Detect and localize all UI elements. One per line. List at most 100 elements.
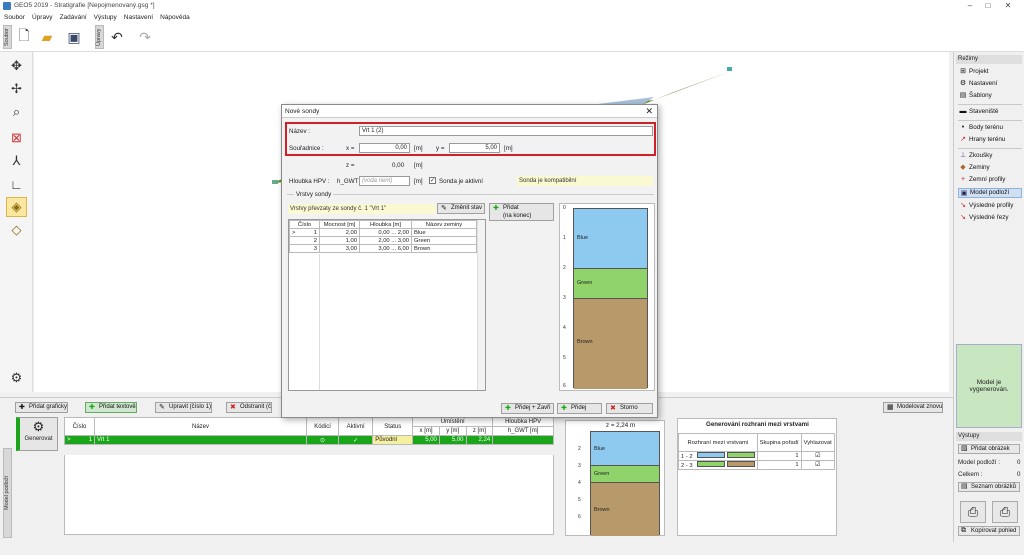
row-marker: >	[67, 437, 71, 443]
image-list-button[interactable]: ▤ Seznam obrázků	[958, 482, 1020, 492]
interface-row[interactable]: 2 - 3 1 ☑	[678, 460, 835, 470]
menu-edit[interactable]: Úpravy	[32, 14, 53, 21]
mode-soil-profiles[interactable]: + Zemní profily	[958, 175, 1022, 185]
menu-input[interactable]: Zadávání	[60, 14, 87, 21]
tick: 1	[563, 235, 566, 241]
close-button[interactable]: ✕	[998, 0, 1018, 12]
add-close-button[interactable]: ✚ Přidej + Zavři	[501, 403, 554, 414]
model-again-button[interactable]: ▦ Modelovat znovu	[883, 402, 944, 413]
copy-view-label: Kopírovat pohled	[971, 528, 1017, 534]
print-2-icon[interactable]: ⎙	[992, 501, 1018, 523]
add-graphic-button[interactable]: ✚ Přidat graficky	[15, 402, 69, 413]
mode-tests[interactable]: ⊥ Zkoušky	[958, 151, 1022, 161]
row-z: 2,24	[465, 435, 494, 445]
add-image-button[interactable]: ▨ Přidat obrázek	[958, 444, 1020, 454]
cube-icon[interactable]: ◇	[6, 220, 27, 240]
row-thickness: 2,00	[319, 228, 360, 237]
row-num: 1	[88, 437, 92, 443]
swatch-green	[696, 461, 725, 467]
row-number: 3	[289, 244, 320, 253]
menu-outputs[interactable]: Výstupy	[94, 14, 117, 21]
maximize-button[interactable]: □	[978, 0, 998, 12]
interface-row[interactable]: 1 - 2 1 ☑	[678, 451, 835, 461]
mode-label: Zkoušky	[969, 152, 993, 159]
bottom-panel: Model podloží ✚ Přidat graficky ✚ Přidat t…	[0, 397, 953, 545]
mode-templates[interactable]: ▤ Šablony	[958, 91, 1022, 101]
mode-project[interactable]: ⊞ Projekt	[958, 67, 1022, 77]
tick: 6	[578, 514, 581, 520]
menu-help[interactable]: Nápověda	[160, 14, 190, 21]
zoom-icon[interactable]: ⌕	[6, 102, 27, 122]
save-icon[interactable]: ▣	[64, 27, 84, 47]
mode-site[interactable]: ▬ Staveniště	[958, 107, 1022, 117]
axes-2d-icon[interactable]: ∟	[6, 174, 27, 194]
change-state-label: Změnit stav	[451, 205, 483, 211]
new-borehole-dialog: Nové sondy ✕ Název : Vrt 1 (2) Souřadnic…	[281, 104, 658, 418]
x-unit: [m]	[414, 145, 423, 152]
layer-row[interactable]: 3 3,00 3,00 ... 6,00 Brown	[289, 244, 477, 253]
interfaces-table: Rozhraní mezi vrstvami Skupina pořadí Vy…	[678, 433, 835, 470]
mode-soils[interactable]: ◆ Zeminy	[958, 163, 1022, 173]
col-h: h_GWT [m]	[492, 426, 554, 436]
layer-green: Green	[574, 269, 647, 299]
undo-icon[interactable]: ↶	[107, 27, 127, 47]
new-file-icon[interactable]: 🗋	[14, 27, 34, 47]
generate-button[interactable]: ⚙ Generovat	[16, 417, 58, 451]
name-input[interactable]: Vrt 1 (2)	[359, 126, 653, 136]
minimize-button[interactable]: –	[960, 0, 980, 12]
mode-result-sections[interactable]: ↘ Výsledné řezy	[958, 213, 1022, 223]
modes-header: Režimy	[956, 55, 1022, 64]
redo-icon[interactable]: ↷	[135, 27, 155, 47]
open-folder-icon[interactable]: ▰	[37, 27, 57, 47]
cancel-button[interactable]: ✖ Storno	[606, 403, 653, 414]
zoom-extents-icon[interactable]: ⊠	[6, 128, 27, 148]
row-h	[492, 435, 554, 445]
layer-row[interactable]: 2 1,00 2,00 ... 3,00 Green	[289, 236, 477, 245]
add-icon: ✚	[493, 205, 499, 212]
add-end-button[interactable]: ✚ Přidat (na konec)	[489, 203, 554, 221]
col-smooth: Vyhlazovat	[800, 433, 835, 452]
remove-button[interactable]: ✖ Odstranit (č	[226, 402, 273, 413]
hpv-input[interactable]: (voda není)	[359, 176, 410, 186]
copy-view-button[interactable]: ⧉ Kopírovat pohled	[958, 526, 1020, 536]
row-status: Původní	[372, 435, 414, 445]
add-button[interactable]: ✚ Přidej	[557, 403, 602, 414]
smooth-checkbox[interactable]: ☑	[800, 460, 835, 470]
toolbar-group-edit: Úpravy	[95, 25, 104, 49]
axes-icon[interactable]: ⅄	[6, 151, 27, 171]
edit-button[interactable]: ✎ Upravit (číslo 1)	[155, 402, 213, 413]
smooth-checkbox[interactable]: ☑	[800, 451, 835, 461]
settings-gear-icon[interactable]: ⚙	[6, 368, 27, 388]
interface-name: 1 - 2	[678, 451, 758, 461]
mode-label: Body terénu	[969, 124, 1003, 131]
y-input[interactable]: 5,00	[449, 143, 500, 153]
add-image-label: Přidat obrázek	[971, 446, 1010, 452]
x-input[interactable]: 0,00	[359, 143, 410, 153]
copy-icon: ⧉	[961, 527, 966, 534]
layer-blue: Blue	[574, 209, 647, 269]
rotate-icon[interactable]: ✢	[6, 79, 27, 99]
table-row[interactable]: > 1 Vrt 1 ⊙ ✓ Původní 5,00 5,00 2,24	[64, 435, 554, 445]
layer-row[interactable]: >1 2,00 0,00 ... 2,00 Blue	[289, 228, 477, 237]
mode-subsoil-model[interactable]: ▣ Model podloží	[958, 188, 1022, 198]
layers-scrollbar[interactable]	[477, 220, 485, 390]
name-label: Název :	[289, 128, 310, 135]
menu-file[interactable]: Soubor	[4, 14, 25, 21]
layer-brown: Brown	[591, 483, 659, 536]
mode-result-profiles[interactable]: ↘ Výsledné profily	[958, 201, 1022, 211]
move-icon[interactable]: ✥	[6, 56, 27, 76]
mode-settings[interactable]: ⚙ Nastavení	[958, 79, 1022, 89]
3d-view-icon[interactable]: ◈	[6, 197, 27, 217]
dialog-close-icon[interactable]: ✕	[645, 106, 653, 117]
change-state-button[interactable]: ✎ Změnit stav	[437, 203, 485, 214]
active-checkbox[interactable]: ✓	[429, 177, 436, 184]
menu-settings[interactable]: Nastavení	[124, 14, 153, 21]
separator	[958, 104, 1022, 105]
add-text-button[interactable]: ✚ Přidat textově	[85, 402, 137, 413]
mode-terrain-edges[interactable]: ↗ Hrany terénu	[958, 135, 1022, 145]
x-label: x =	[346, 145, 355, 152]
print-icon[interactable]: ⎙	[960, 501, 986, 523]
mode-label: Nastavení	[969, 80, 998, 87]
active-label: Sonda je aktivní	[439, 178, 484, 185]
mode-terrain-points[interactable]: • Body terénu	[958, 123, 1022, 133]
